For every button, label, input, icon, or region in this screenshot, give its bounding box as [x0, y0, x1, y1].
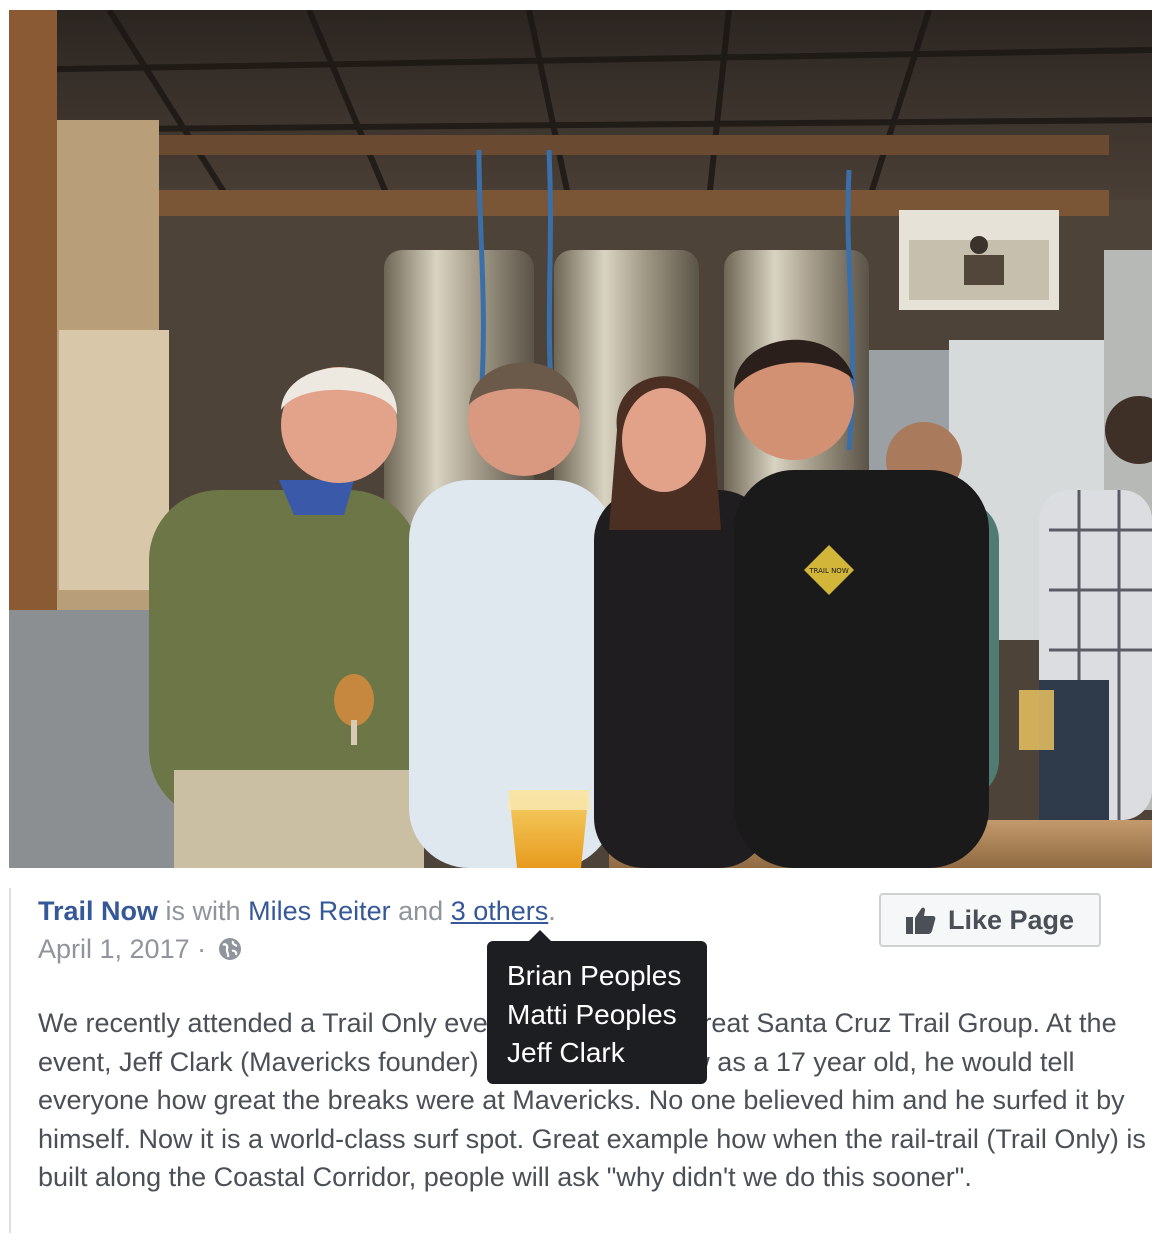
like-page-button[interactable]: Like Page	[879, 893, 1101, 947]
tagged-person-link[interactable]: Miles Reiter	[248, 896, 391, 926]
meta-separator: ·	[197, 934, 207, 964]
post-date[interactable]: April 1, 2017	[38, 934, 190, 964]
photo-shirt-sign: TRAIL NOW	[808, 567, 849, 575]
post-meta: April 1, 2017 ·	[38, 933, 242, 968]
tooltip-name: Jeff Clark	[507, 1037, 625, 1068]
group-photo-illustration: TRAIL NOW	[9, 10, 1152, 868]
post-headline: Trail Now is with Miles Reiter and 3 oth…	[38, 895, 556, 927]
like-page-label: Like Page	[947, 904, 1075, 935]
others-link[interactable]: 3 others	[451, 896, 549, 926]
and-text: and	[398, 896, 444, 926]
headline-period: .	[548, 896, 556, 926]
is-with-text: is with	[165, 896, 241, 926]
post-left-border	[9, 888, 11, 1233]
thumbs-up-icon	[905, 906, 936, 934]
tooltip-name: Matti Peoples	[507, 998, 677, 1030]
tooltip-name: Brian Peoples	[507, 960, 682, 991]
post-photo[interactable]: TRAIL NOW	[9, 10, 1152, 868]
globe-icon[interactable]	[218, 936, 242, 968]
page-name-link[interactable]: Trail Now	[38, 896, 158, 926]
tagged-people-tooltip: Brian Peoples Matti Peoples Jeff Clark	[487, 930, 707, 1084]
